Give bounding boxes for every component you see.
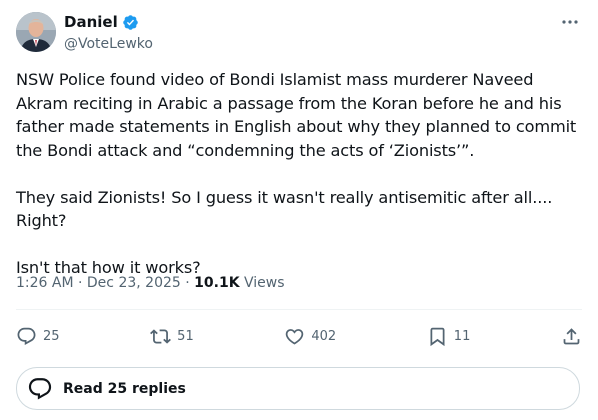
- heart-icon: [286, 328, 304, 345]
- tweet-paragraph: NSW Police found video of Bondi Islamist…: [16, 70, 577, 160]
- meta-separator: ·: [185, 275, 190, 291]
- bookmark-count: 11: [453, 328, 471, 344]
- views-label: Views: [244, 275, 285, 291]
- like-button[interactable]: 402: [284, 326, 336, 347]
- tweet-time[interactable]: 1:26 AM: [16, 275, 74, 291]
- tweet-text: NSW Police found video of Bondi Islamist…: [16, 68, 582, 280]
- avatar-image: [16, 12, 56, 52]
- retweet-count: 51: [177, 328, 194, 344]
- meta-separator: ·: [78, 275, 83, 291]
- more-horizontal-icon: [562, 20, 578, 24]
- author-row: Daniel: [64, 13, 139, 31]
- more-options-button[interactable]: [558, 12, 582, 32]
- reply-count: 25: [43, 328, 60, 344]
- tweet-date[interactable]: Dec 23, 2025: [87, 275, 181, 291]
- read-replies-button[interactable]: Read 25 replies: [16, 367, 580, 410]
- bookmark-icon: [430, 327, 445, 346]
- retweet-button[interactable]: 51: [150, 326, 194, 347]
- author-handle[interactable]: @VoteLewko: [64, 36, 153, 52]
- tweet: Daniel @VoteLewko NSW Police found video…: [0, 0, 598, 420]
- action-bar: 25 51 402 11: [16, 320, 582, 352]
- share-button[interactable]: [561, 326, 582, 347]
- author-name[interactable]: Daniel: [64, 13, 118, 31]
- read-replies-label: Read 25 replies: [63, 380, 186, 397]
- reply-bubble-icon: [28, 377, 52, 400]
- tweet-paragraph: They said Zionists! So I guess it wasn't…: [16, 187, 553, 231]
- reply-icon: [17, 327, 36, 345]
- views-count[interactable]: 10.1K: [194, 275, 239, 291]
- verified-badge-icon: [122, 14, 139, 31]
- share-icon: [563, 327, 580, 344]
- reply-button[interactable]: 25: [16, 326, 60, 347]
- retweet-icon: [150, 328, 172, 344]
- avatar[interactable]: [16, 12, 56, 52]
- divider: [16, 309, 582, 310]
- bookmark-button[interactable]: 11: [427, 326, 471, 347]
- tweet-meta: 1:26 AM · Dec 23, 2025 · 10.1K Views: [16, 275, 285, 291]
- like-count: 402: [311, 328, 337, 344]
